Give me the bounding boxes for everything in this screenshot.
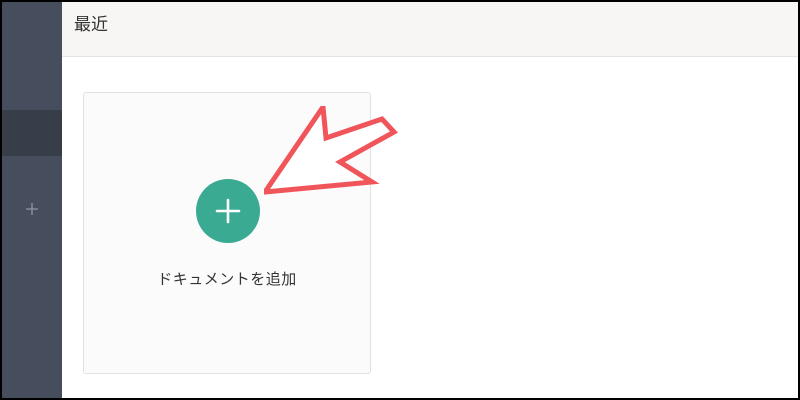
sidebar-add-button[interactable] (20, 197, 44, 221)
plus-icon (26, 203, 38, 215)
add-document-label: ドキュメントを追加 (157, 270, 297, 288)
main-content: 最近 ドキュメントを追加 (62, 2, 798, 398)
add-document-button[interactable] (196, 179, 260, 243)
sidebar (2, 2, 62, 398)
header: 最近 (62, 2, 798, 57)
page-title: 最近 (74, 15, 108, 35)
app-window: 最近 ドキュメントを追加 (2, 2, 798, 398)
arrow-pointer-icon (264, 106, 398, 195)
sidebar-item-active[interactable] (2, 110, 62, 156)
plus-icon (215, 198, 241, 224)
